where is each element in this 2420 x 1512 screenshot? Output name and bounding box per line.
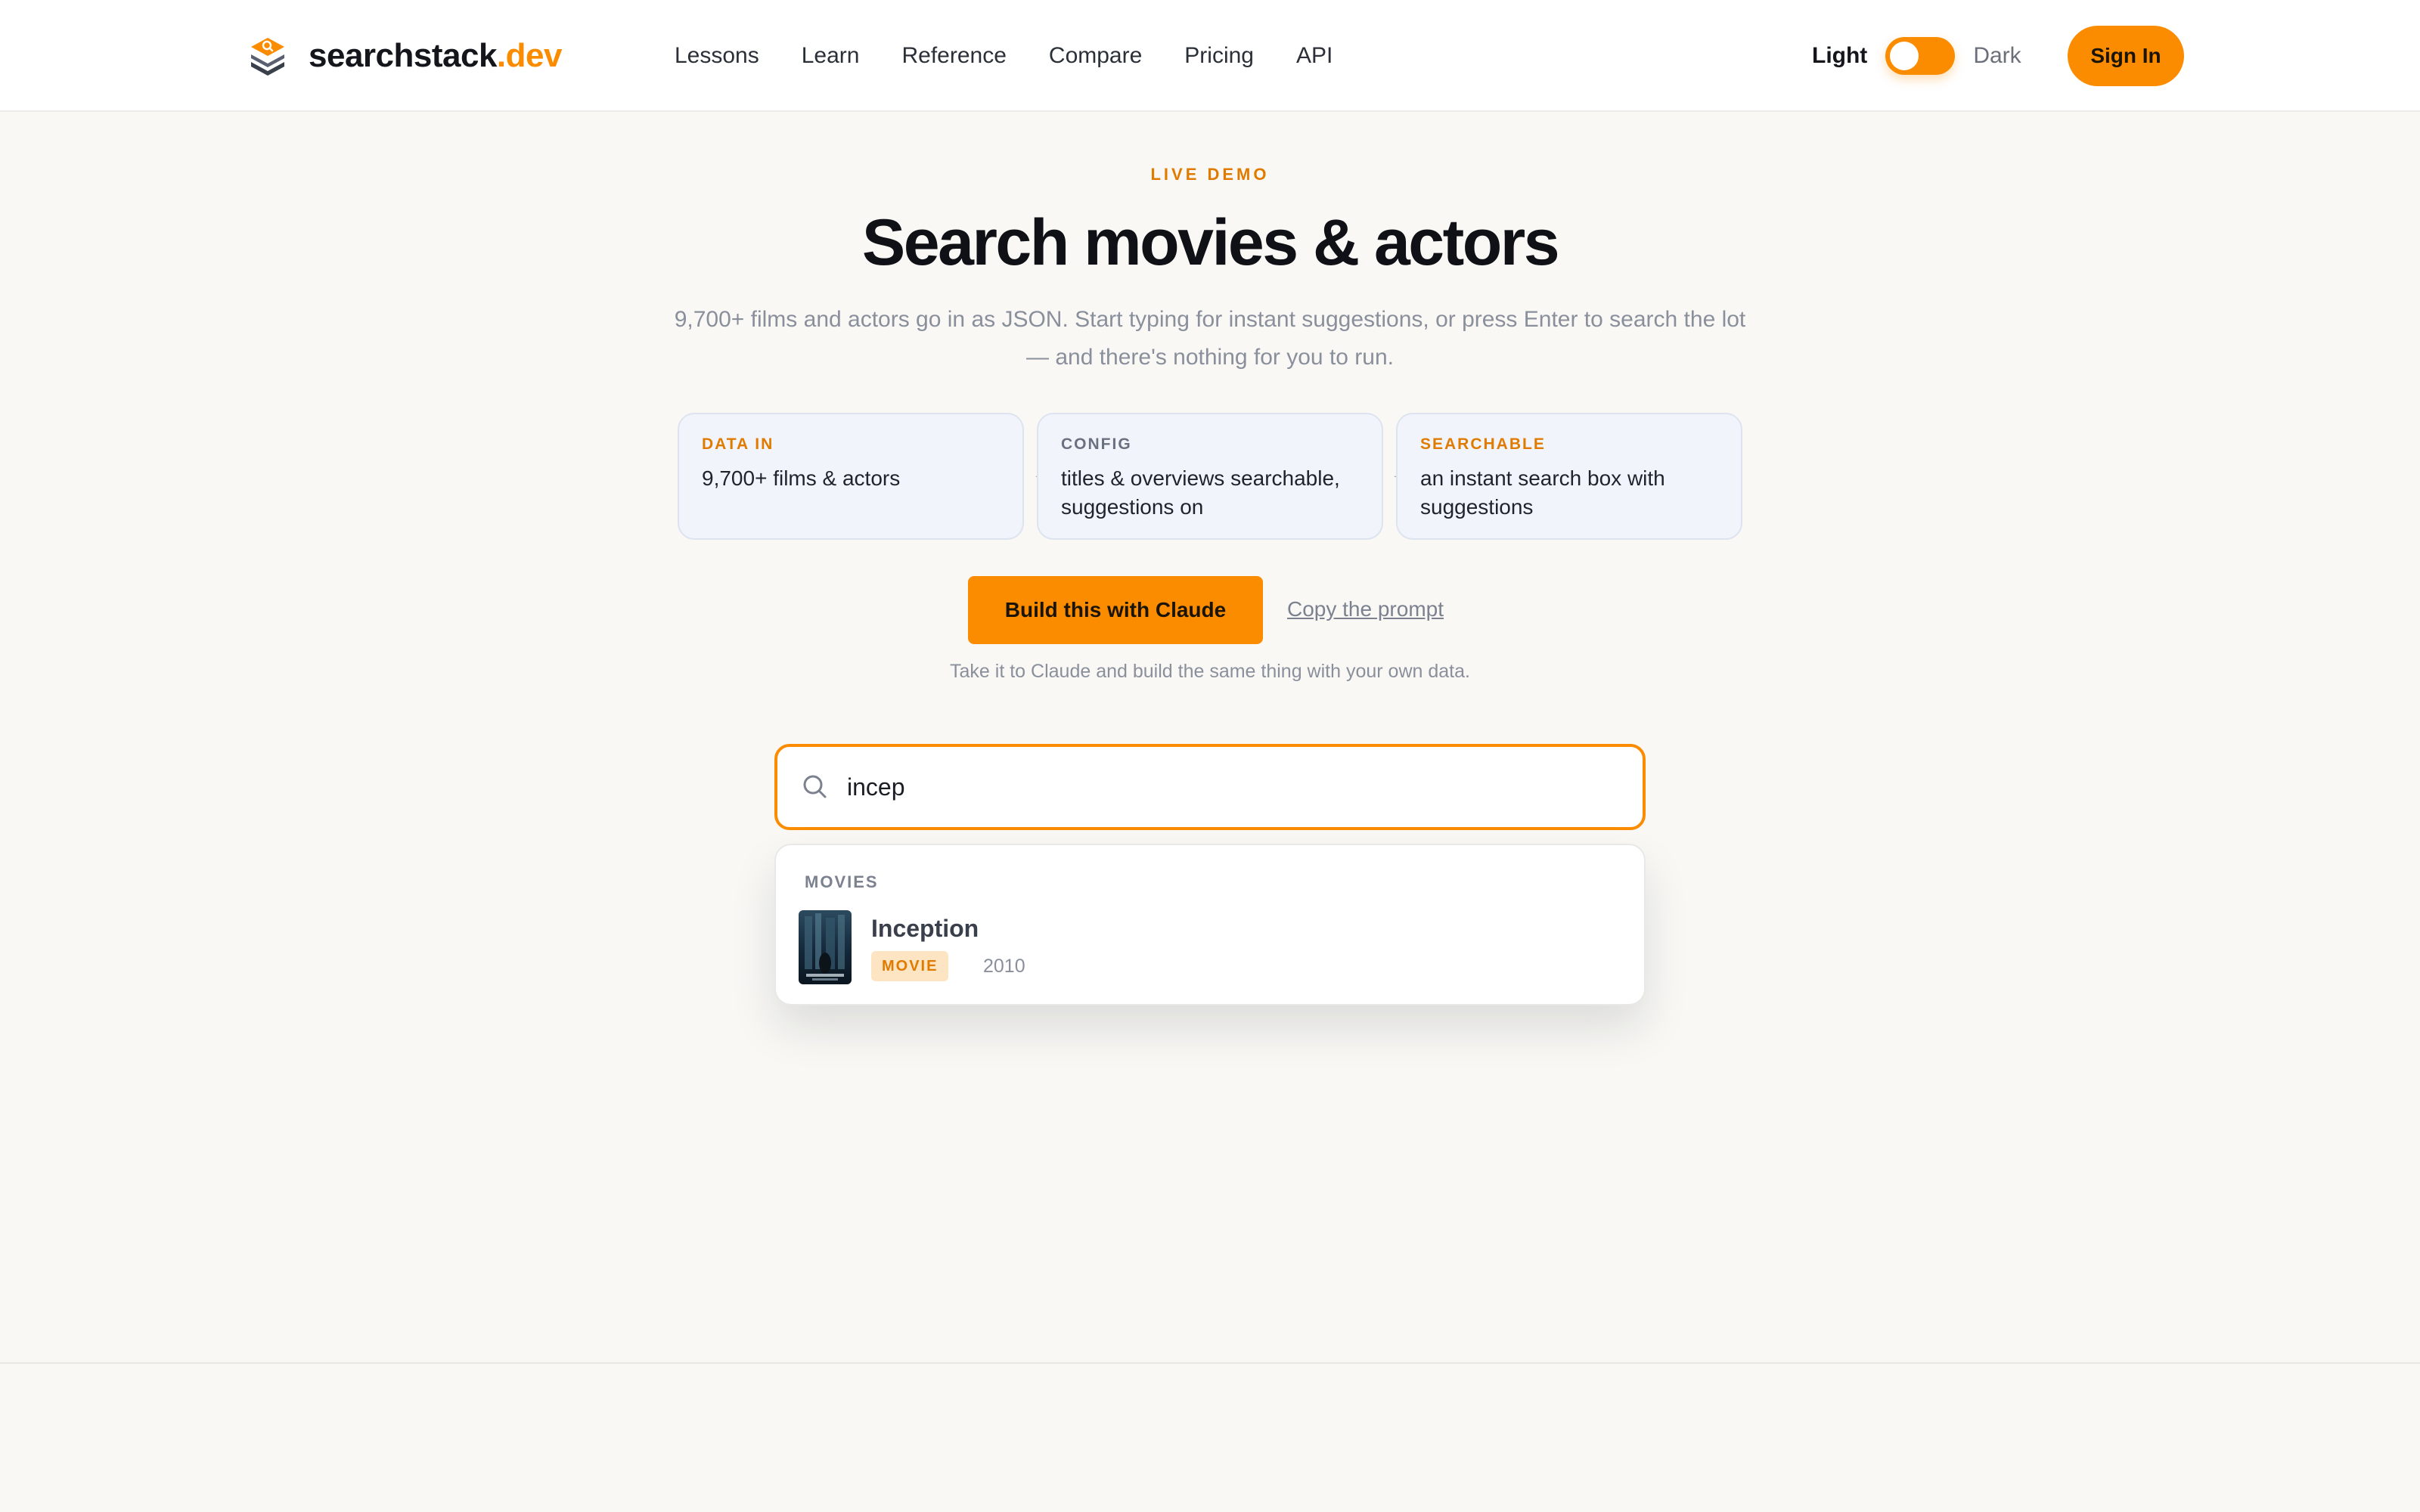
suggestion-title: Inception [871, 915, 979, 942]
theme-dark-label: Dark [1973, 43, 2021, 68]
movie-poster-thumbnail [799, 910, 852, 984]
page-subtitle: 9,700+ films and actors go in as JSON. S… [674, 307, 1746, 370]
nav-reference[interactable]: Reference [901, 43, 1006, 69]
theme-toggle[interactable] [1885, 37, 1956, 75]
card-text: titles & overviews searchable, suggestio… [1061, 466, 1340, 519]
search-input[interactable] [847, 773, 1603, 801]
suggestion-item[interactable]: Inception MOVIE 2010 [799, 910, 1623, 990]
brand-name: searchstack.dev [309, 37, 562, 74]
main-nav: Lessons Learn Reference Compare Pricing … [675, 38, 1333, 74]
footer-divider [0, 1362, 2420, 1364]
card-config: CONFIG titles & overviews searchable, su… [1037, 413, 1383, 540]
cta-note: Take it to Claude and build the same thi… [950, 661, 1470, 682]
site-header: searchstack.dev Lessons Learn Reference … [0, 0, 2420, 112]
brand-logo[interactable]: searchstack.dev [247, 32, 562, 80]
card-kicker: DATA IN [702, 435, 774, 453]
card-kicker: SEARCHABLE [1420, 435, 1546, 453]
copy-prompt-link[interactable]: Copy the prompt [1287, 597, 1444, 621]
build-with-claude-button[interactable]: Build this with Claude [968, 576, 1263, 644]
nav-lessons[interactable]: Lessons [675, 43, 759, 69]
page-title: Search movies & actors [861, 206, 1560, 279]
search-icon [803, 775, 827, 798]
sign-in-button[interactable]: Sign In [2068, 26, 2184, 86]
nav-pricing[interactable]: Pricing [1184, 43, 1254, 69]
theme-switcher: Light Dark [1812, 33, 2021, 79]
nav-api[interactable]: API [1296, 43, 1333, 69]
card-text: an instant search box with suggestions [1420, 466, 1665, 519]
theme-light-label: Light [1812, 43, 1868, 68]
stack-logo-icon [251, 38, 284, 76]
toggle-knob [1890, 42, 1919, 70]
nav-learn[interactable]: Learn [802, 43, 860, 69]
suggestions-dropdown: MOVIES Inception MOVIE 2010 [774, 844, 1646, 1005]
suggestion-group-label: MOVIES [805, 872, 879, 891]
search-box[interactable] [774, 744, 1646, 830]
eyebrow-label: LIVE DEMO [1150, 165, 1270, 184]
card-searchable: SEARCHABLE an instant search box with su… [1396, 413, 1742, 540]
nav-compare[interactable]: Compare [1049, 43, 1142, 69]
pipeline-cards: DATA IN 9,700+ films & actors → CONFIG t… [678, 413, 1742, 540]
card-data-in: DATA IN 9,700+ films & actors [678, 413, 1024, 540]
suggestion-year: 2010 [983, 956, 1025, 977]
type-badge: MOVIE [871, 951, 949, 981]
card-text: 9,700+ films & actors [702, 466, 901, 490]
card-kicker: CONFIG [1061, 435, 1132, 453]
